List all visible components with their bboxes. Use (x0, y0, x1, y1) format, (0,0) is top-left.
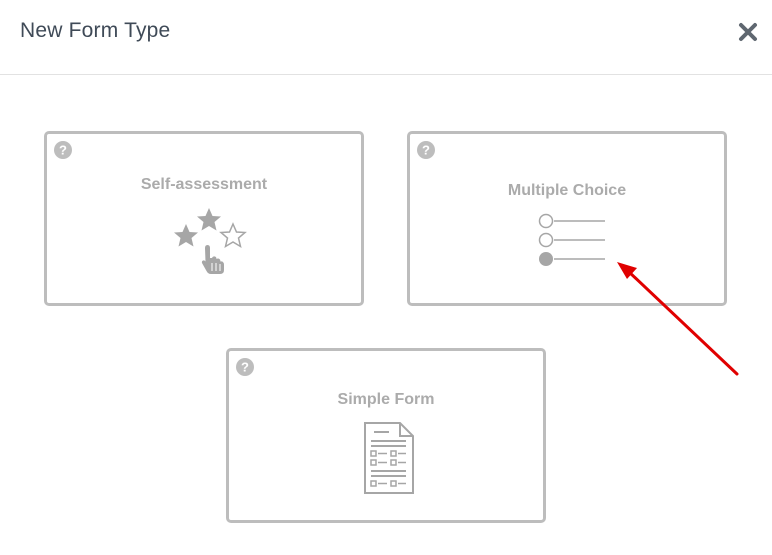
close-icon (739, 23, 757, 41)
self-assessment-card[interactable]: ? Self-assessment (44, 131, 364, 306)
svg-text:?: ? (241, 360, 249, 375)
multiple-choice-card[interactable]: ? Multiple Choice (407, 131, 727, 306)
card-label: Multiple Choice (507, 182, 627, 199)
help-icon[interactable]: ? (236, 358, 254, 376)
form-document-icon (364, 422, 414, 494)
help-icon[interactable]: ? (54, 141, 72, 159)
radio-list-icon (538, 213, 605, 266)
close-button[interactable] (736, 20, 760, 44)
card-label: Simple Form (337, 391, 435, 408)
help-icon[interactable]: ? (417, 141, 435, 159)
card-label: Self-assessment (140, 176, 268, 193)
svg-text:?: ? (59, 143, 67, 158)
dialog-title: New Form Type (20, 19, 171, 42)
svg-text:?: ? (422, 143, 430, 158)
stars-hand-icon (174, 208, 247, 274)
simple-form-card[interactable]: ? Simple Form (226, 348, 546, 523)
dialog-header: New Form Type (0, 0, 772, 75)
